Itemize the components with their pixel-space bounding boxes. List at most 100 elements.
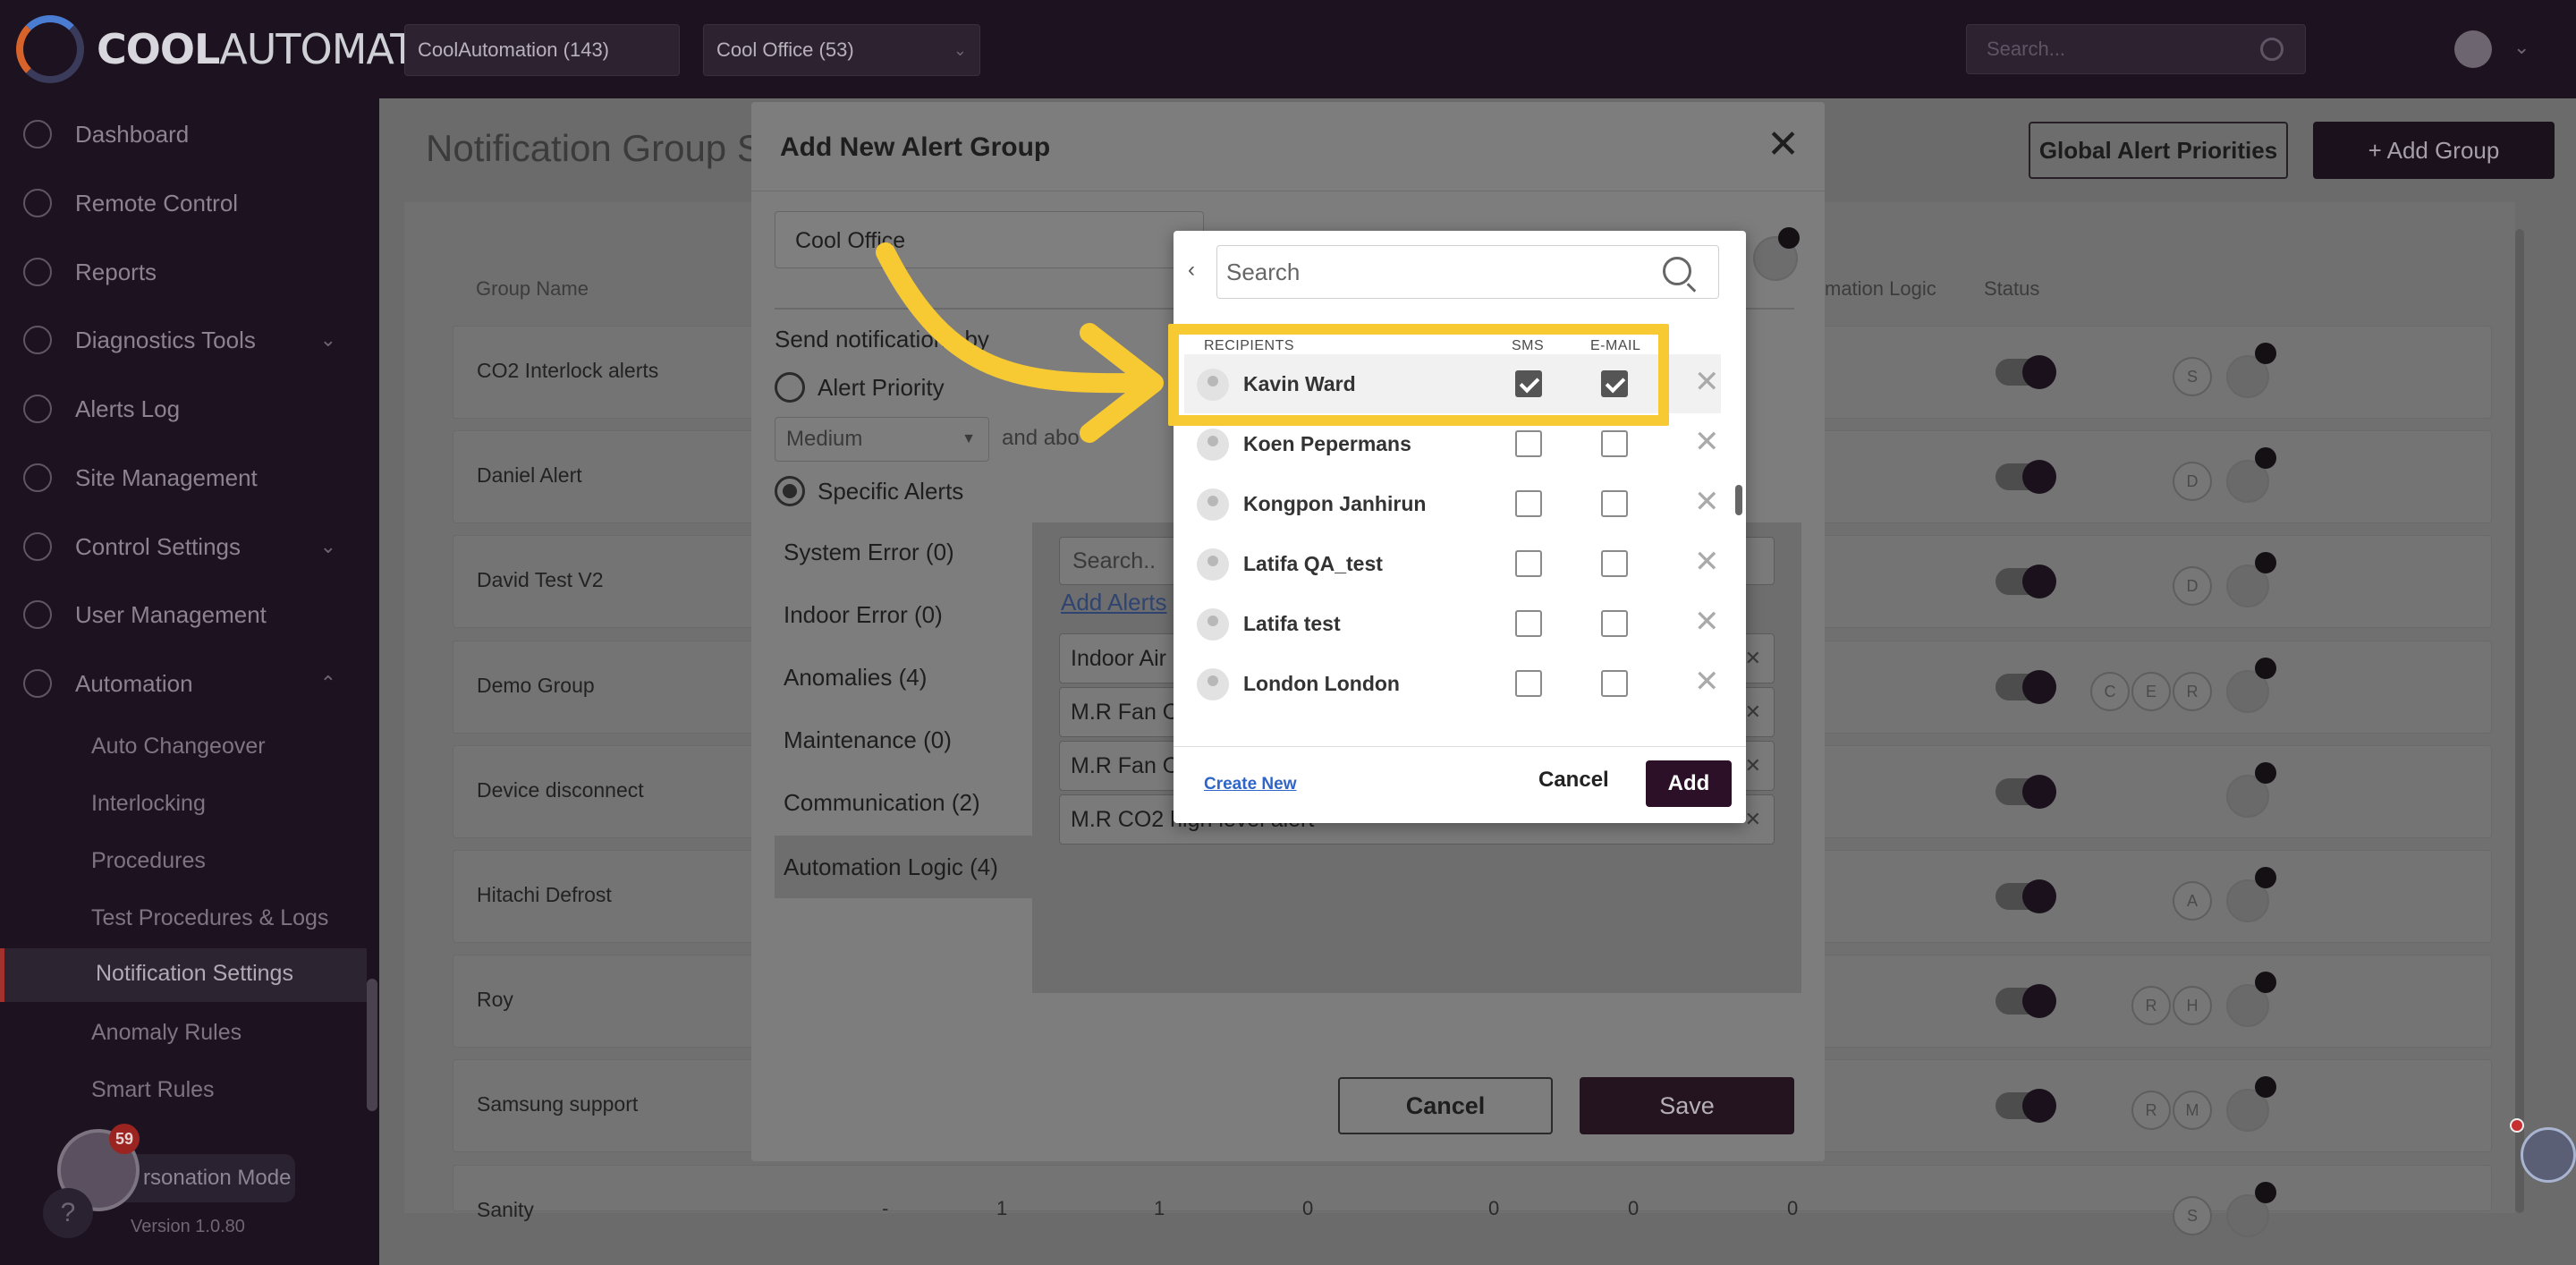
support-chat-avatar[interactable] [2521,1127,2576,1183]
status-toggle[interactable] [1996,565,2056,599]
specific-alerts-radio[interactable] [775,476,805,506]
site-select[interactable]: Cool Office (53) ⌄ [703,24,980,76]
table-row[interactable]: Sanity S [453,1165,2492,1237]
priority-select[interactable]: Medium ▼ [775,417,989,462]
remove-icon[interactable]: ✕ [1694,487,1720,517]
main-scrollbar[interactable] [2515,229,2524,1213]
recipients-search-input[interactable]: Search [1216,245,1719,299]
site-field[interactable]: Cool Office [775,211,1204,268]
sidebar-subitem-anomaly-rules[interactable]: Anomaly Rules [91,1020,242,1046]
add-group-button[interactable]: + Add Group [2313,122,2555,179]
sidebar-item-automation[interactable]: Automation ⌃ [0,657,367,710]
recipient-chip: S [2173,1196,2212,1235]
pencil-icon[interactable] [2255,762,2276,784]
close-icon[interactable]: ✕ [1767,125,1800,165]
status-toggle[interactable] [1996,775,2056,809]
sms-checkbox[interactable] [1515,430,1542,457]
category-maintenance[interactable]: Maintenance (0) [775,709,1034,771]
recipient-row[interactable]: Kavin Ward ✕ [1184,354,1721,413]
header-email: E-MAIL [1590,338,1641,353]
recipients-scrollbar[interactable] [1735,485,1742,515]
sidebar-item-alerts-log[interactable]: Alerts Log [0,382,367,436]
create-new-link[interactable]: Create New [1204,775,1297,794]
sidebar-item-user-management[interactable]: User Management [0,588,367,641]
sms-checkbox[interactable] [1515,670,1542,697]
sidebar-subitem-smart-rules[interactable]: Smart Rules [91,1077,215,1103]
status-toggle[interactable] [1996,460,2056,494]
modal-cancel-button[interactable]: Cancel [1338,1077,1553,1134]
pencil-icon[interactable] [2255,1182,2276,1203]
email-checkbox[interactable] [1601,670,1628,697]
recipient-row[interactable]: Kongpon Janhirun ✕ [1184,474,1721,533]
sidebar-item-site-management[interactable]: Site Management [0,451,367,505]
pencil-icon[interactable] [1778,227,1800,249]
sidebar-item-diagnostics-tools[interactable]: Diagnostics Tools ⌄ [0,313,367,367]
sidebar-item-reports[interactable]: Reports [0,245,367,299]
recipient-row[interactable]: Latifa test ✕ [1184,594,1721,653]
category-anomalies[interactable]: Anomalies (4) [775,646,1034,709]
pencil-icon[interactable] [2255,1076,2276,1098]
email-checkbox[interactable] [1601,490,1628,517]
global-alert-priorities-button[interactable]: Global Alert Priorities [2029,122,2288,179]
recipient-name: Latifa test [1243,612,1341,635]
remove-icon[interactable]: ✕ [1745,742,1761,790]
customer-select[interactable]: CoolAutomation (143) [404,24,680,76]
sms-checkbox[interactable] [1515,370,1542,397]
help-icon[interactable]: ? [43,1188,93,1238]
pencil-icon[interactable] [2255,972,2276,993]
category-indoor-error[interactable]: Indoor Error (0) [775,583,1034,646]
recipients-cancel-button[interactable]: Cancel [1538,768,1609,793]
chevron-left-icon[interactable]: ‹ [1188,258,1195,283]
alert-priority-radio[interactable] [775,372,805,403]
pencil-icon[interactable] [2255,867,2276,888]
recipient-row[interactable]: London London ✕ [1184,654,1721,713]
sidebar-scrollbar[interactable] [367,979,377,1111]
status-toggle[interactable] [1996,984,2056,1018]
sidebar-subitem-procedures[interactable]: Procedures [91,848,206,874]
status-toggle[interactable] [1996,879,2056,913]
email-checkbox[interactable] [1601,610,1628,637]
remove-icon[interactable]: ✕ [1694,427,1720,457]
sidebar-subitem-interlocking[interactable]: Interlocking [91,791,206,817]
sms-checkbox[interactable] [1515,490,1542,517]
email-checkbox[interactable] [1601,430,1628,457]
sidebar-subitem-notification-settings[interactable]: Notification Settings [0,948,367,1002]
remove-icon[interactable]: ✕ [1745,634,1761,683]
user-avatar-icon [1197,488,1229,521]
category-communication[interactable]: Communication (2) [775,771,1034,834]
sidebar-item-dashboard[interactable]: Dashboard [0,107,367,161]
remove-icon[interactable]: ✕ [1745,688,1761,736]
chevron-down-icon[interactable]: ⌄ [2513,36,2529,59]
dashboard-icon [23,120,52,149]
remove-icon[interactable]: ✕ [1694,666,1720,697]
remove-icon[interactable]: ✕ [1694,607,1720,637]
recipient-row[interactable]: Latifa QA_test ✕ [1184,534,1721,593]
category-system-error[interactable]: System Error (0) [775,521,1034,583]
sidebar-item-control-settings[interactable]: Control Settings ⌄ [0,520,367,573]
remove-icon[interactable]: ✕ [1745,795,1761,844]
top-search-input[interactable]: Search... [1966,24,2306,74]
status-toggle[interactable] [1996,670,2056,704]
version-text: Version 1.0.80 [131,1217,245,1236]
sidebar-subitem-test-procedures[interactable]: Test Procedures & Logs [91,905,328,931]
status-toggle[interactable] [1996,355,2056,389]
pencil-icon[interactable] [2255,343,2276,364]
remove-icon[interactable]: ✕ [1694,547,1720,577]
user-avatar-icon[interactable] [2454,30,2492,68]
pencil-icon[interactable] [2255,447,2276,469]
pencil-icon[interactable] [2255,658,2276,679]
recipient-row[interactable]: Koen Pepermans ✕ [1184,414,1721,473]
add-alerts-link[interactable]: Add Alerts [1061,589,1167,616]
email-checkbox[interactable] [1601,370,1628,397]
sidebar-subitem-auto-changeover[interactable]: Auto Changeover [91,734,266,760]
pencil-icon[interactable] [2255,552,2276,573]
sidebar-item-remote-control[interactable]: Remote Control [0,176,367,230]
email-checkbox[interactable] [1601,550,1628,577]
modal-save-button[interactable]: Save [1580,1077,1794,1134]
sms-checkbox[interactable] [1515,550,1542,577]
category-automation-logic[interactable]: Automation Logic (4) [775,836,1034,898]
remove-icon[interactable]: ✕ [1694,367,1720,397]
status-toggle[interactable] [1996,1089,2056,1123]
recipients-add-button[interactable]: Add [1646,760,1732,807]
sms-checkbox[interactable] [1515,610,1542,637]
